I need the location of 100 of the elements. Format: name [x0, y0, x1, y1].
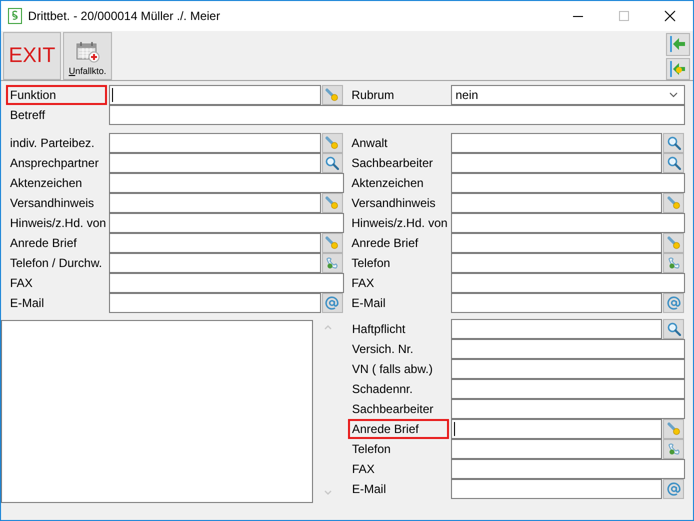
back-cancel-button[interactable] [666, 58, 690, 80]
text-field[interactable] [450, 173, 685, 193]
back-button[interactable] [666, 33, 690, 56]
field-label: Betreff [9, 107, 46, 124]
text-field[interactable] [451, 339, 685, 359]
field-label: Sachbearbeiter [351, 401, 434, 418]
lookup-button[interactable] [663, 133, 684, 153]
lookup-button[interactable] [322, 85, 342, 105]
search-icon [666, 156, 680, 170]
field-label: FAX [351, 461, 376, 478]
text-field[interactable] [450, 193, 662, 213]
text-field[interactable] [450, 213, 685, 233]
lookup-button[interactable] [663, 153, 684, 173]
exit-button[interactable]: EXIT [3, 32, 61, 80]
text-field[interactable] [109, 253, 320, 273]
text-field[interactable] [109, 133, 320, 153]
lookup-button[interactable] [663, 253, 684, 273]
key-icon [666, 422, 680, 436]
maximize-icon [618, 10, 630, 22]
dropdown[interactable]: nein [450, 85, 685, 105]
text-field[interactable] [451, 379, 685, 399]
text-field[interactable] [109, 193, 320, 213]
field-label: Anwalt [350, 135, 389, 152]
text-field[interactable] [450, 293, 662, 313]
search-icon [666, 136, 680, 150]
text-field[interactable] [451, 439, 662, 459]
field-label: Schadennr. [351, 381, 414, 398]
field-label: Anrede Brief [9, 235, 78, 252]
field-label: Versich. Nr. [351, 341, 414, 358]
text-field[interactable] [450, 253, 662, 273]
text-field[interactable] [109, 173, 344, 193]
key-icon [666, 196, 680, 210]
field-label: indiv. Parteibez. [9, 135, 96, 152]
email-icon [666, 296, 680, 310]
lookup-button[interactable] [663, 479, 684, 499]
text-field[interactable] [450, 153, 662, 173]
text-field[interactable] [450, 233, 662, 253]
field-label: FAX [350, 275, 376, 292]
field-label: Anrede Brief [350, 235, 420, 252]
arrow-left-icon [669, 35, 687, 54]
text-field[interactable] [109, 273, 344, 293]
email-icon [325, 296, 339, 310]
field-label: Aktenzeichen [9, 175, 84, 192]
key-icon [666, 236, 680, 250]
field-label: VN ( falls abw.) [351, 361, 434, 378]
lookup-button[interactable] [322, 253, 342, 273]
accident-account-button[interactable]: Unfallkto. [63, 32, 112, 80]
text-field[interactable] [109, 293, 320, 313]
field-label: Hinweis/z.Hd. von [350, 215, 448, 232]
field-label: Telefon / Durchw. [9, 255, 104, 272]
field-label: Haftpflicht [351, 321, 406, 338]
text-field[interactable] [451, 319, 662, 339]
text-field[interactable] [451, 399, 685, 419]
field-label: Telefon [351, 441, 392, 458]
phone-icon [666, 442, 680, 456]
field-label: Anrede Brief [348, 419, 449, 439]
field-label: Sachbearbeiter [350, 155, 434, 172]
chevron-down-icon [669, 92, 678, 98]
lookup-button[interactable] [322, 293, 342, 313]
field-label: Versandhinweis [350, 195, 437, 212]
text-field[interactable] [109, 153, 320, 173]
field-label: E-Mail [350, 295, 387, 312]
field-label: Aktenzeichen [350, 175, 425, 192]
field-label: Hinweis/z.Hd. von [9, 215, 107, 232]
key-icon [325, 196, 339, 210]
search-icon [325, 156, 339, 170]
phone-icon [666, 256, 680, 270]
text-field[interactable] [109, 233, 320, 253]
email-icon [666, 482, 680, 496]
text-field[interactable] [450, 133, 662, 153]
lookup-button[interactable] [663, 319, 684, 339]
text-field[interactable] [109, 105, 685, 125]
text-field[interactable] [451, 419, 662, 439]
lookup-button[interactable] [663, 439, 684, 459]
field-label: E-Mail [9, 295, 46, 312]
key-icon [325, 136, 339, 150]
text-field[interactable] [451, 479, 662, 499]
key-icon [325, 236, 339, 250]
field-label: Telefon [350, 255, 392, 272]
text-field[interactable] [451, 359, 685, 379]
key-icon [325, 88, 339, 102]
field-label: Rubrum [350, 87, 396, 104]
lookup-button[interactable] [322, 133, 342, 153]
text-field[interactable] [451, 459, 685, 479]
lookup-button[interactable] [322, 193, 342, 213]
text-field[interactable] [450, 273, 685, 293]
field-label: Versandhinweis [9, 195, 96, 212]
window-title: Drittbet. - 20/000014 Müller ./. Meier [28, 9, 220, 23]
lookup-button[interactable] [663, 293, 684, 313]
close-icon [664, 10, 676, 22]
text-field[interactable] [109, 213, 344, 233]
lookup-button[interactable] [322, 233, 342, 253]
field-label: FAX [9, 275, 34, 292]
arrow-left-icon [669, 60, 687, 78]
calendar-add-icon [76, 41, 100, 63]
phone-icon [325, 256, 339, 270]
text-field[interactable] [109, 85, 320, 105]
field-label: E-Mail [351, 481, 388, 498]
field-label: Ansprechpartner [9, 155, 100, 172]
lookup-button[interactable] [322, 153, 342, 173]
